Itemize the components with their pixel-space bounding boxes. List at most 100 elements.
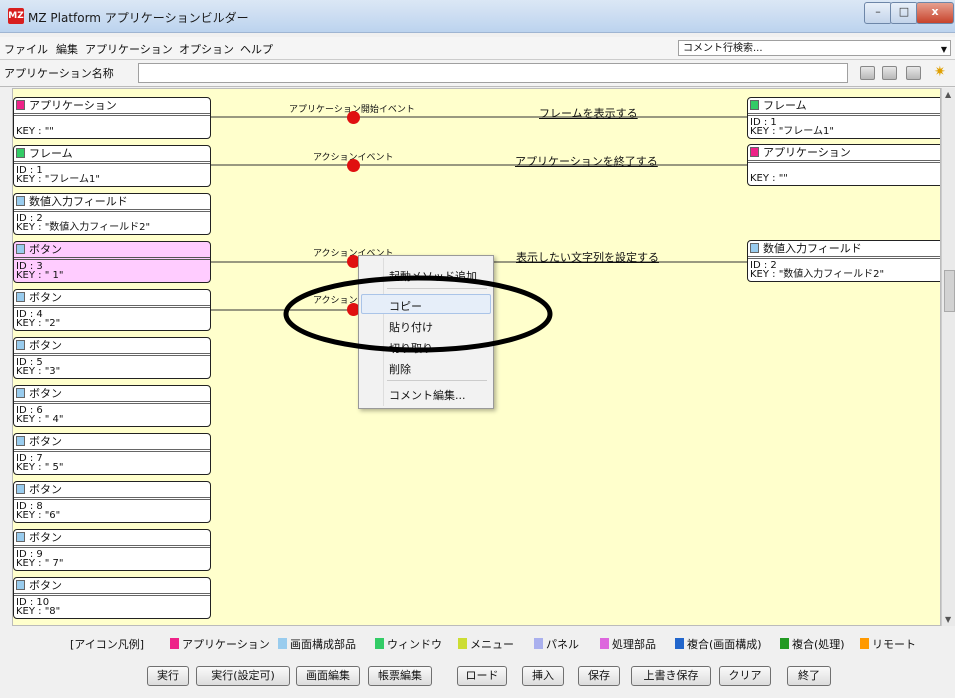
- component-box[interactable]: ボタン ID : 7 KEY : " 5": [13, 433, 211, 475]
- component-title: フレーム: [29, 147, 73, 160]
- run-configurable-button[interactable]: 実行(設定可): [196, 666, 290, 686]
- form-edit-button[interactable]: 帳票編集: [368, 666, 432, 686]
- component-title: 数値入力フィールド: [763, 242, 862, 255]
- close-button[interactable]: x: [916, 2, 954, 24]
- comment-search-combo[interactable]: コメント行検索... ▼: [678, 40, 951, 56]
- legend-item: ウィンドウ: [375, 636, 442, 652]
- run-button[interactable]: 実行: [147, 666, 189, 686]
- menu-options[interactable]: オプション: [179, 41, 234, 57]
- component-box[interactable]: 数値入力フィールド ID : 2 KEY : "数値入力フィールド2": [13, 193, 211, 235]
- component-box[interactable]: フレーム ID : 1 KEY : "フレーム1": [13, 145, 211, 187]
- component-type-icon: [16, 532, 25, 542]
- legend-title: [アイコン凡例]: [70, 638, 145, 651]
- component-header: アプリケーション: [748, 145, 940, 163]
- component-key: KEY : "数値入力フィールド2": [750, 269, 885, 280]
- chevron-down-icon[interactable]: ▼: [941, 42, 947, 58]
- component-box[interactable]: ボタン ID : 4 KEY : "2": [13, 289, 211, 331]
- component-body: KEY : "": [748, 163, 940, 184]
- component-key: KEY : "6": [16, 510, 61, 521]
- component-key: KEY : "フレーム1": [16, 174, 100, 185]
- insert-button[interactable]: 挿入: [522, 666, 564, 686]
- folder-icon[interactable]: [906, 66, 921, 80]
- component-box[interactable]: ボタン: [13, 625, 211, 626]
- component-box[interactable]: 数値入力フィールド ID : 2 KEY : "数値入力フィールド2": [747, 240, 940, 282]
- component-key: KEY : "": [16, 126, 54, 137]
- component-title: 数値入力フィールド: [29, 195, 128, 208]
- menu-application[interactable]: アプリケーション: [85, 41, 173, 57]
- component-title: ボタン: [29, 339, 62, 352]
- component-title: アプリケーション: [763, 146, 851, 159]
- component-body: ID : 7 KEY : " 5": [14, 452, 210, 473]
- legend-label: 処理部品: [612, 638, 656, 651]
- legend-label: ウィンドウ: [387, 638, 442, 651]
- component-header: ボタン: [14, 242, 210, 260]
- comment-search-value: コメント行検索...: [683, 43, 763, 54]
- app-name-input[interactable]: [138, 63, 848, 83]
- scroll-down-icon[interactable]: ▼: [945, 615, 951, 624]
- legend-label: 複合(画面構成): [687, 638, 762, 651]
- component-box[interactable]: ボタン ID : 10 KEY : "8": [13, 577, 211, 619]
- component-box[interactable]: フレーム ID : 1 KEY : "フレーム1": [747, 97, 940, 139]
- legend-label: アプリケーション: [182, 638, 270, 651]
- scrollbar-thumb[interactable]: [944, 270, 955, 312]
- method-label: 表示したい文字列を設定する: [516, 251, 659, 264]
- menu-separator: [387, 380, 487, 381]
- legend-item: 処理部品: [600, 636, 656, 652]
- save-button[interactable]: 保存: [578, 666, 620, 686]
- component-body: KEY : "": [14, 116, 210, 137]
- component-key: KEY : "": [750, 173, 788, 184]
- folder-down-icon[interactable]: [882, 66, 897, 80]
- exit-button[interactable]: 終了: [787, 666, 831, 686]
- component-box[interactable]: アプリケーション KEY : "": [747, 144, 940, 186]
- component-key: KEY : "フレーム1": [750, 126, 834, 137]
- component-header: ボタン: [14, 578, 210, 596]
- screen-edit-button[interactable]: 画面編集: [296, 666, 360, 686]
- legend-color-swatch: [860, 638, 869, 649]
- minimize-button[interactable]: –: [864, 2, 892, 24]
- component-body: ID : 10 KEY : "8": [14, 596, 210, 617]
- component-box[interactable]: ボタン ID : 6 KEY : " 4": [13, 385, 211, 427]
- component-title: ボタン: [29, 579, 62, 592]
- legend-item: メニュー: [458, 636, 514, 652]
- component-box[interactable]: ボタン ID : 5 KEY : "3": [13, 337, 211, 379]
- new-folder-icon[interactable]: ✷: [934, 64, 946, 80]
- component-box[interactable]: ボタン ID : 3 KEY : " 1": [13, 241, 211, 283]
- component-title: フレーム: [763, 99, 807, 112]
- legend-color-swatch: [375, 638, 384, 649]
- component-type-icon: [16, 580, 25, 590]
- scroll-up-icon[interactable]: ▲: [945, 90, 951, 99]
- vertical-scrollbar[interactable]: ▲ ▼: [941, 88, 955, 626]
- component-body: ID : 8 KEY : "6": [14, 500, 210, 521]
- window-title: MZ Platform アプリケーションビルダー: [28, 11, 249, 25]
- component-body: ID : 5 KEY : "3": [14, 356, 210, 377]
- component-type-icon: [16, 388, 25, 398]
- connection-dot[interactable]: [347, 111, 360, 124]
- component-type-icon: [750, 243, 759, 253]
- maximize-button[interactable]: □: [890, 2, 918, 24]
- component-body: ID : 1 KEY : "フレーム1": [748, 116, 940, 137]
- menu-edit[interactable]: 編集: [56, 41, 78, 57]
- component-box[interactable]: ボタン ID : 9 KEY : " 7": [13, 529, 211, 571]
- folder-up-icon[interactable]: [860, 66, 875, 80]
- legend-label: パネル: [546, 638, 579, 651]
- component-key: KEY : " 4": [16, 414, 64, 425]
- legend-item: 複合(処理): [780, 636, 845, 652]
- component-body: ID : 9 KEY : " 7": [14, 548, 210, 569]
- component-body: ID : 2 KEY : "数値入力フィールド2": [748, 259, 940, 280]
- menu-item-edit-comment[interactable]: コメント編集...: [389, 387, 466, 403]
- menu-item-delete[interactable]: 削除: [389, 361, 411, 377]
- component-type-icon: [16, 340, 25, 350]
- menu-file[interactable]: ファイル: [4, 41, 48, 57]
- legend-label: メニュー: [470, 638, 514, 651]
- component-body: ID : 2 KEY : "数値入力フィールド2": [14, 212, 210, 233]
- clear-button[interactable]: クリア: [719, 666, 771, 686]
- component-box[interactable]: ボタン ID : 8 KEY : "6": [13, 481, 211, 523]
- connection-dot[interactable]: [347, 159, 360, 172]
- overwrite-save-button[interactable]: 上書き保存: [631, 666, 711, 686]
- component-title: ボタン: [29, 483, 62, 496]
- component-title: ボタン: [29, 243, 62, 256]
- load-button[interactable]: ロード: [457, 666, 507, 686]
- menu-help[interactable]: ヘルプ: [240, 41, 273, 57]
- component-box[interactable]: アプリケーション KEY : "": [13, 97, 211, 139]
- component-header: ボタン: [14, 530, 210, 548]
